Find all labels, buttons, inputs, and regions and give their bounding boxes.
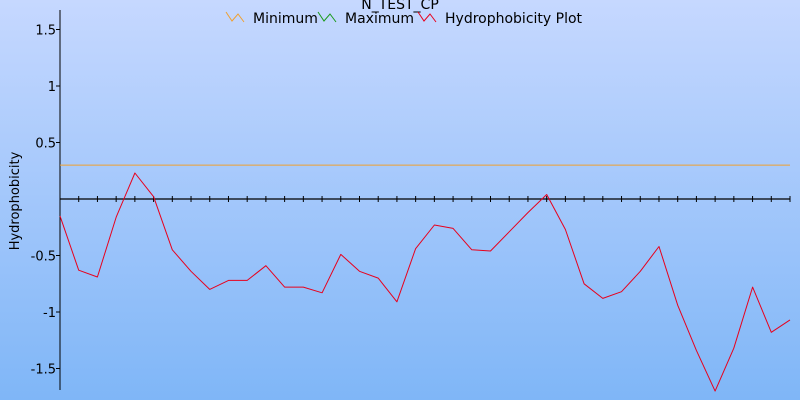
y-tick-label: 0.5 xyxy=(35,137,56,152)
legend-label: Hydrophobicity Plot xyxy=(445,11,583,27)
chart-background xyxy=(0,0,800,400)
legend-label: Maximum xyxy=(345,11,414,27)
chart-container: N_TEST_CP Minimum Maximum Hydrophobicity P… xyxy=(0,0,800,400)
y-axis-label: Hydrophobicity xyxy=(8,151,23,250)
y-tick-label: -0.5 xyxy=(31,250,56,265)
y-tick-label: 1.5 xyxy=(35,24,56,39)
legend: Minimum Maximum Hydrophobicity Plot xyxy=(225,11,583,27)
hydrophobicity-chart: N_TEST_CP Minimum Maximum Hydrophobicity P… xyxy=(0,0,800,400)
y-tick-label: -1 xyxy=(43,306,56,321)
y-tick-label: -1.5 xyxy=(31,363,56,378)
y-tick-label: 1 xyxy=(48,80,56,95)
legend-label: Minimum xyxy=(253,11,318,27)
